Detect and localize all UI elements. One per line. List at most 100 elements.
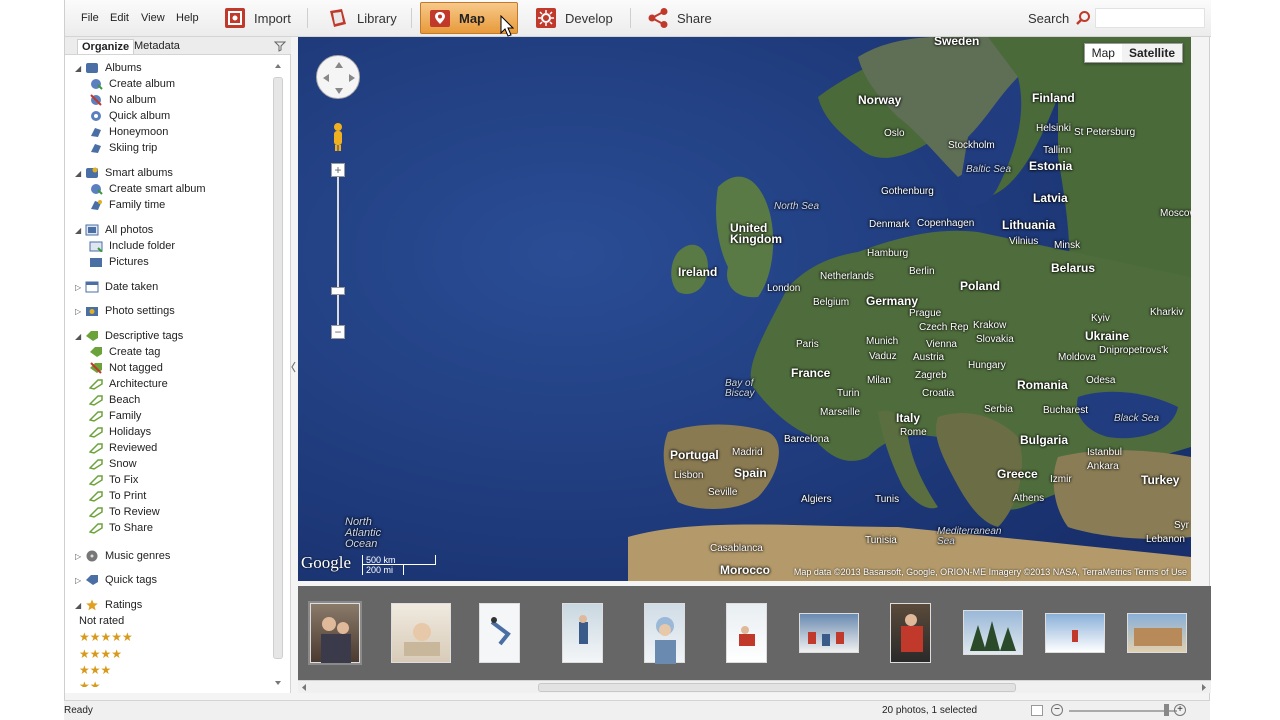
pan-control[interactable] — [316, 55, 360, 99]
library-mode-button[interactable]: Library — [319, 2, 405, 34]
expand-arrow-icon[interactable]: ◢ — [75, 332, 85, 341]
map-attribution[interactable]: Map data ©2013 Basarsoft, Google, ORION-… — [794, 567, 1187, 577]
tree-photo-settings[interactable]: ▷ Photo settings — [75, 303, 175, 319]
photo-thumbnail[interactable] — [799, 613, 859, 653]
tree-quick-tags[interactable]: ▷ Quick tags — [75, 572, 157, 588]
photo-thumbnail[interactable] — [963, 610, 1023, 655]
photo-thumbnail[interactable] — [1045, 613, 1105, 653]
tree-item-architecture[interactable]: Architecture — [88, 376, 168, 392]
expand-arrow-icon[interactable]: ◢ — [75, 601, 85, 610]
tree-item-to-review[interactable]: To Review — [88, 504, 160, 520]
photo-thumbnail[interactable] — [726, 603, 767, 663]
expand-arrow-icon[interactable]: ◢ — [75, 64, 85, 73]
tab-metadata[interactable]: Metadata — [130, 39, 184, 53]
zoom-out-button[interactable]: − — [331, 325, 345, 339]
tree-descriptive-tags[interactable]: ◢ Descriptive tags — [75, 328, 183, 344]
filter-icon[interactable] — [273, 40, 287, 55]
tree-item-include-folder[interactable]: Include folder — [89, 238, 175, 254]
map-label: Black Sea — [1114, 413, 1160, 424]
tree-item-to-share[interactable]: To Share — [88, 520, 153, 536]
tree-item-pictures[interactable]: Pictures — [89, 254, 149, 270]
tree-item-five-stars[interactable]: ★★★★★ — [79, 629, 133, 645]
map-label: Lithuania — [1002, 218, 1056, 232]
collapse-arrow-icon[interactable]: ▷ — [75, 552, 85, 561]
tree-item-honeymoon[interactable]: Honeymoon — [89, 124, 168, 140]
tree-date-taken[interactable]: ▷ Date taken — [75, 279, 158, 295]
tree-item-not-rated[interactable]: Not rated — [79, 613, 124, 629]
tree-item-no-album[interactable]: No album — [89, 92, 156, 108]
tree-item-skiing-trip[interactable]: Skiing trip — [89, 140, 157, 156]
collapse-arrow-icon[interactable]: ▷ — [75, 576, 85, 585]
zoom-out-icon[interactable]: − — [1051, 704, 1063, 716]
tree-item-not-tagged[interactable]: Not tagged — [89, 360, 163, 376]
map-label: Vaduz — [869, 351, 897, 362]
tree-label: Not rated — [79, 615, 125, 627]
map-label: Madrid — [732, 447, 763, 458]
develop-mode-button[interactable]: Develop — [527, 2, 621, 34]
photo-thumbnail[interactable] — [890, 603, 931, 663]
tree-music-genres[interactable]: ▷ Music genres — [75, 548, 170, 564]
thumbnail-size-handle[interactable] — [1164, 704, 1169, 716]
tree-item-beach[interactable]: Beach — [88, 392, 140, 408]
zoom-in-icon[interactable]: + — [1174, 704, 1186, 716]
map-type-satellite-button[interactable]: Satellite — [1121, 44, 1182, 62]
tree-item-create-tag[interactable]: Create tag — [89, 344, 160, 360]
tree-item-reviewed[interactable]: Reviewed — [88, 440, 157, 456]
tree-all-photos[interactable]: ◢ All photos — [75, 222, 153, 238]
map-label: Spain — [734, 466, 767, 480]
tree-item-three-stars[interactable]: ★★★ — [79, 662, 111, 678]
view-mode-icon[interactable] — [1031, 705, 1043, 716]
tree-item-family-time[interactable]: Family time — [89, 197, 165, 213]
expand-arrow-icon[interactable]: ◢ — [75, 169, 85, 178]
tree-albums[interactable]: ◢ Albums — [75, 60, 142, 76]
filmstrip-scrollbar[interactable] — [298, 680, 1211, 693]
menu-file[interactable]: File — [81, 12, 99, 24]
map-label: Athens — [1013, 493, 1045, 504]
albums-icon — [85, 62, 99, 74]
menu-view[interactable]: View — [141, 12, 165, 24]
thumbnail-size-slider[interactable] — [1069, 710, 1177, 712]
photo-thumbnail[interactable] — [391, 603, 451, 663]
photo-thumbnail[interactable] — [562, 603, 603, 663]
tree-item-holidays[interactable]: Holidays — [88, 424, 151, 440]
tree-item-quick-album[interactable]: Quick album — [89, 108, 170, 124]
map-view[interactable]: Map Satellite + − Sweden Norway Finland … — [298, 37, 1191, 581]
photo-thumbnail[interactable] — [479, 603, 520, 663]
photo-thumbnail[interactable] — [644, 603, 685, 664]
map-label: Zagreb — [915, 370, 947, 381]
tree-item-create-smart-album[interactable]: Create smart album — [89, 181, 206, 197]
tree-item-family[interactable]: Family — [88, 408, 141, 424]
photo-thumbnail[interactable] — [1127, 613, 1187, 653]
tree-item-to-print[interactable]: To Print — [88, 488, 146, 504]
zoom-slider-handle[interactable] — [331, 287, 345, 295]
collapse-arrow-icon[interactable]: ▷ — [75, 307, 85, 316]
map-label: Slovakia — [976, 334, 1014, 345]
tree-smart-albums[interactable]: ◢ Smart albums — [75, 165, 173, 181]
tree-item-to-fix[interactable]: To Fix — [88, 472, 138, 488]
tree-item-create-album[interactable]: Create album — [89, 76, 175, 92]
expand-arrow-icon[interactable]: ◢ — [75, 226, 85, 235]
share-mode-button[interactable]: Share — [639, 2, 720, 34]
filmstrip-scrollbar-thumb[interactable] — [538, 683, 1016, 692]
menu-help[interactable]: Help — [176, 12, 199, 24]
panel-splitter[interactable] — [291, 360, 296, 374]
menu-edit[interactable]: Edit — [110, 12, 129, 24]
map-label: Turkey — [1141, 473, 1180, 487]
search-input[interactable] — [1095, 8, 1205, 28]
map-label: Tunis — [875, 494, 900, 505]
map-type-map-button[interactable]: Map — [1085, 44, 1122, 62]
tree-item-two-stars[interactable]: ★★ — [79, 678, 101, 687]
tree-item-snow[interactable]: Snow — [88, 456, 137, 472]
collapse-arrow-icon[interactable]: ▷ — [75, 283, 85, 292]
zoom-in-button[interactable]: + — [331, 163, 345, 177]
tab-organize[interactable]: Organize — [77, 39, 135, 54]
import-mode-button[interactable]: Import — [216, 2, 299, 34]
tree-scrollbar-thumb[interactable] — [273, 77, 283, 659]
street-view-pegman-icon[interactable] — [330, 121, 346, 151]
tree-item-four-stars[interactable]: ★★★★ — [79, 646, 122, 662]
search-icon[interactable] — [1075, 10, 1091, 29]
tree-ratings[interactable]: ◢ Ratings — [75, 597, 142, 613]
zoom-track[interactable] — [337, 177, 339, 327]
organize-tree: ◢ Albums Create album No album Quick alb… — [65, 57, 275, 687]
photo-thumbnail[interactable] — [308, 601, 362, 665]
